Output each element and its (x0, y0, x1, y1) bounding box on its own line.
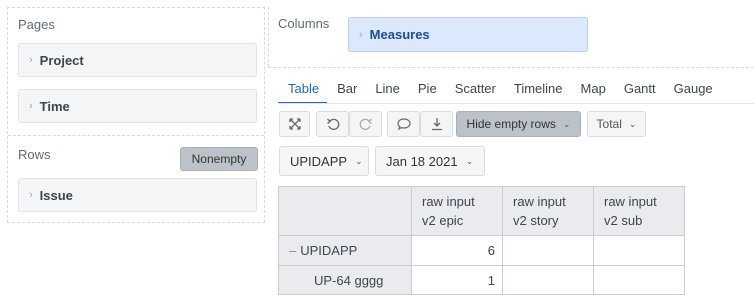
chevron-right-icon: › (29, 100, 33, 112)
table-row: UP-64 gggg 1 (278, 265, 685, 295)
chevron-down-icon: ⌄ (465, 155, 474, 166)
left-panel: Pages › Project › Time Rows Nonempty › I… (7, 7, 265, 223)
table-row: – UPIDAPP 6 (278, 235, 685, 266)
column-header[interactable]: raw input v2 story (502, 186, 594, 236)
chevron-down-icon: ⌄ (628, 118, 637, 129)
total-label: Total (596, 117, 622, 131)
rows-section-title: Rows (18, 147, 51, 162)
tab-gantt[interactable]: Gantt (614, 78, 664, 104)
comment-button[interactable] (387, 111, 420, 137)
pages-item-label: Project (39, 52, 84, 68)
view-tabs: Table Bar Line Pie Scatter Timeline Map … (278, 78, 721, 104)
row-header-label: UP-64 gggg (314, 272, 384, 288)
column-header-line: raw input (604, 194, 657, 209)
table-cell (593, 235, 685, 266)
pages-item-time[interactable]: › Time (18, 89, 257, 123)
undo-icon (326, 118, 339, 130)
chevron-right-icon: › (29, 189, 33, 201)
column-header-line: v2 epic (422, 213, 464, 228)
tab-timeline[interactable]: Timeline (504, 78, 571, 104)
undo-button[interactable] (316, 111, 349, 137)
table-cell: 1 (411, 265, 503, 295)
table-header-row: raw input v2 epic raw input v2 story raw… (278, 186, 685, 236)
chevron-right-icon: › (359, 28, 363, 41)
table-cell: 6 (411, 235, 503, 266)
pages-section-title: Pages (18, 17, 55, 32)
project-filter-dropdown[interactable]: UPIDAPP ⌄ (279, 146, 369, 176)
pages-item-project[interactable]: › Project (18, 43, 257, 77)
column-header-line: v2 sub (604, 213, 643, 228)
table-cell (502, 235, 594, 266)
tab-bar[interactable]: Bar (327, 78, 365, 104)
column-header[interactable]: raw input v2 sub (593, 186, 685, 236)
table-cell (593, 265, 685, 295)
tab-table[interactable]: Table (278, 78, 328, 104)
redo-button[interactable] (349, 111, 382, 137)
rows-item-issue[interactable]: › Issue (18, 178, 257, 212)
fullscreen-button[interactable] (279, 111, 310, 137)
tab-gauge[interactable]: Gauge (664, 78, 721, 104)
download-icon (431, 118, 442, 131)
column-header-line: raw input (422, 194, 475, 209)
download-button[interactable] (420, 111, 453, 137)
columns-section-title: Columns (278, 16, 330, 31)
date-filter-dropdown[interactable]: Jan 18 2021 ⌄ (375, 146, 485, 176)
expand-arrows-icon (288, 118, 301, 130)
tabs-underline (278, 103, 754, 104)
date-filter-value: Jan 18 2021 (386, 153, 458, 169)
chevron-down-icon: ⌄ (355, 155, 363, 166)
hide-empty-rows-button[interactable]: Hide empty rows ⌄ (456, 111, 581, 137)
tab-pie[interactable]: Pie (408, 78, 445, 104)
redo-icon (359, 118, 372, 130)
collapse-icon[interactable]: – (289, 243, 296, 258)
columns-item-measures[interactable]: › Measures (348, 17, 588, 52)
nonempty-button[interactable]: Nonempty (180, 147, 258, 171)
table-cell (502, 265, 594, 295)
hide-empty-rows-label: Hide empty rows (466, 117, 556, 131)
column-header-line: raw input (513, 194, 566, 209)
results-table: raw input v2 epic raw input v2 story raw… (278, 186, 685, 295)
tab-scatter[interactable]: Scatter (445, 78, 504, 104)
chevron-down-icon: ⌄ (562, 118, 571, 129)
column-header-line: v2 story (513, 213, 559, 228)
total-dropdown[interactable]: Total ⌄ (587, 111, 646, 137)
project-filter-value: UPIDAPP (290, 153, 348, 169)
row-header-label: UPIDAPP (300, 243, 358, 258)
header-separator (268, 67, 754, 68)
row-header-upidapp[interactable]: – UPIDAPP (278, 235, 412, 266)
tab-line[interactable]: Line (365, 78, 408, 104)
columns-item-label: Measures (369, 27, 430, 42)
rows-item-label: Issue (39, 187, 73, 203)
pages-rows-divider (8, 135, 264, 136)
chevron-right-icon: › (29, 54, 33, 66)
comment-icon (396, 118, 411, 131)
columns-separator (268, 7, 269, 67)
pages-item-label: Time (39, 98, 70, 114)
table-corner-cell (278, 186, 412, 236)
row-header-up-64[interactable]: UP-64 gggg (278, 265, 412, 295)
column-header[interactable]: raw input v2 epic (411, 186, 503, 236)
tab-map[interactable]: Map (571, 78, 614, 104)
